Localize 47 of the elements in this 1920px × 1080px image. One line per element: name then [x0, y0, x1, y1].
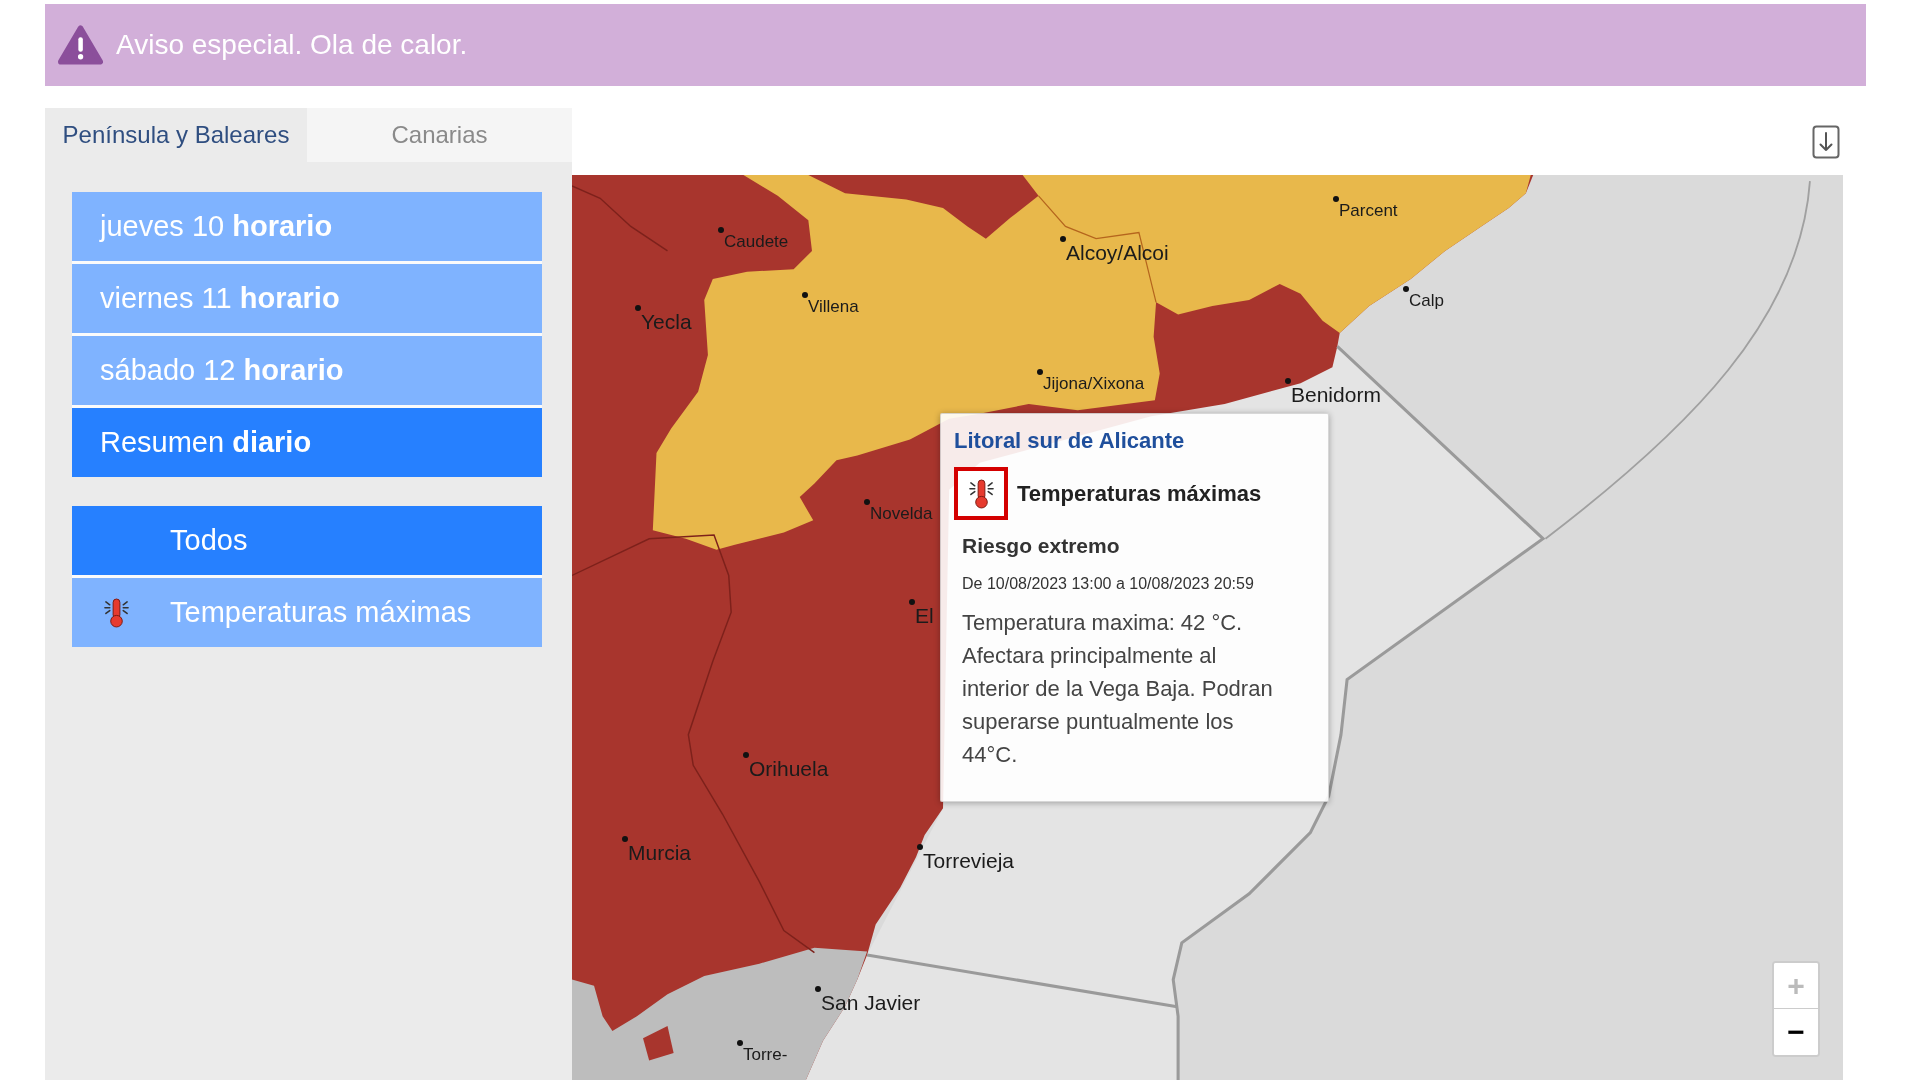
- location-dot-icon: [743, 752, 749, 758]
- location-dot-icon: [718, 227, 724, 233]
- place-label: Benidorm: [1291, 383, 1381, 408]
- place-label: El: [915, 604, 934, 629]
- phenomenon-label: Temperaturas máximas: [1017, 480, 1262, 508]
- day-button[interactable]: viernes 11 horario: [72, 264, 542, 333]
- location-dot-icon: [1403, 286, 1409, 292]
- download-icon[interactable]: [1812, 124, 1840, 159]
- location-dot-icon: [917, 844, 923, 850]
- banner-text: Aviso especial. Ola de calor.: [116, 28, 468, 62]
- location-dot-icon: [1333, 196, 1339, 202]
- day-button[interactable]: Resumen diario: [72, 408, 542, 477]
- location-dot-icon: [737, 1040, 743, 1046]
- place-label: Villena: [808, 297, 859, 317]
- place-label: Jijona/Xixona: [1043, 374, 1145, 394]
- place-label: Alcoy/Alcoi: [1066, 241, 1169, 266]
- location-dot-icon: [635, 305, 641, 311]
- place-label: Calp: [1409, 291, 1444, 311]
- thermometer-icon: [954, 467, 1008, 520]
- place-label: Torrevieja: [923, 849, 1015, 874]
- place-label: Murcia: [628, 841, 691, 866]
- location-dot-icon: [622, 836, 628, 842]
- location-dot-icon: [1037, 369, 1043, 375]
- thermometer-icon: [103, 597, 130, 628]
- day-button[interactable]: sábado 12 horario: [72, 336, 542, 405]
- filter-button[interactable]: Temperaturas máximas: [72, 578, 542, 647]
- tab[interactable]: Canarias: [307, 108, 572, 162]
- location-dot-icon: [802, 292, 808, 298]
- place-label: San Javier: [821, 991, 921, 1016]
- risk-label: Riesgo extremo: [961, 533, 1121, 559]
- place-label: Torre-: [743, 1045, 788, 1065]
- filter-button[interactable]: Todos: [72, 506, 542, 575]
- place-label: Orihuela: [749, 757, 829, 782]
- place-label: Yecla: [641, 310, 692, 335]
- place-label: Caudete: [724, 232, 789, 252]
- day-button[interactable]: jueves 10 horario: [72, 192, 542, 261]
- location-dot-icon: [1060, 236, 1066, 242]
- popup-title: Litoral sur de Alicante: [954, 428, 1186, 454]
- place-label: Parcent: [1339, 201, 1398, 221]
- warning-icon: [58, 24, 103, 66]
- period-text: De 10/08/2023 13:00 a 10/08/2023 20:59: [961, 574, 1255, 594]
- location-dot-icon: [864, 499, 870, 505]
- location-dot-icon: [909, 599, 915, 605]
- place-label: Novelda: [870, 504, 933, 524]
- popup-description: Temperatura maxima: 42 °C. Afectara principalmente al interior de la Vega Baja. Podran superarse puntualmente los 44°C.: [961, 609, 1274, 769]
- location-dot-icon: [1285, 378, 1291, 384]
- location-dot-icon: [815, 986, 821, 992]
